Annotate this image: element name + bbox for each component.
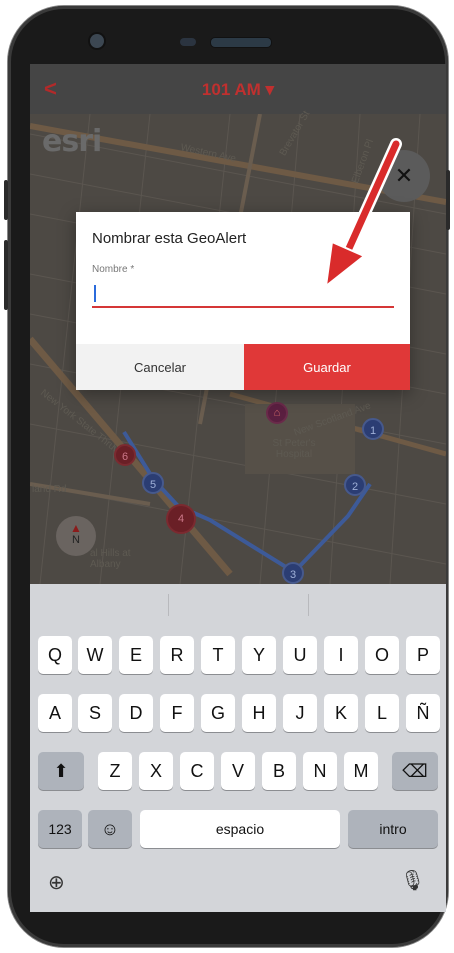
globe-icon[interactable]: ⊕ bbox=[48, 870, 65, 895]
keyboard: Q W E R T Y U I O P A S D F G H J K L Ñ … bbox=[30, 584, 446, 912]
power-button bbox=[446, 170, 450, 230]
space-key[interactable]: espacio bbox=[140, 810, 340, 848]
key-q[interactable]: Q bbox=[38, 636, 72, 674]
key-a[interactable]: A bbox=[38, 694, 72, 732]
key-k[interactable]: K bbox=[324, 694, 358, 732]
annotation-arrow-icon bbox=[324, 138, 402, 289]
backspace-icon[interactable]: ⌫ bbox=[392, 752, 438, 790]
volume-button bbox=[4, 180, 8, 220]
key-p[interactable]: P bbox=[406, 636, 440, 674]
suggestion-divider bbox=[168, 594, 169, 616]
microphone-icon[interactable]: 🎙 bbox=[400, 868, 425, 893]
key-x[interactable]: X bbox=[139, 752, 173, 790]
key-u[interactable]: U bbox=[283, 636, 317, 674]
key-w[interactable]: W bbox=[78, 636, 112, 674]
proximity-sensor bbox=[180, 38, 196, 46]
phone-frame: < 101 AM ▾ esri Western Ave Brevator St … bbox=[8, 6, 448, 947]
earpiece-speaker bbox=[210, 37, 272, 48]
key-m[interactable]: M bbox=[344, 752, 378, 790]
key-e[interactable]: E bbox=[119, 636, 153, 674]
key-b[interactable]: B bbox=[262, 752, 296, 790]
suggestion-bar bbox=[30, 584, 446, 626]
key-t[interactable]: T bbox=[201, 636, 235, 674]
volume-button bbox=[4, 240, 8, 310]
numbers-key[interactable]: 123 bbox=[38, 810, 82, 848]
return-key[interactable]: intro bbox=[348, 810, 438, 848]
key-i[interactable]: I bbox=[324, 636, 358, 674]
key-g[interactable]: G bbox=[201, 694, 235, 732]
key-o[interactable]: O bbox=[365, 636, 399, 674]
key-r[interactable]: R bbox=[160, 636, 194, 674]
key-n-tilde[interactable]: Ñ bbox=[406, 694, 440, 732]
key-c[interactable]: C bbox=[180, 752, 214, 790]
key-n[interactable]: N bbox=[303, 752, 337, 790]
key-h[interactable]: H bbox=[242, 694, 276, 732]
map-view[interactable]: < 101 AM ▾ esri Western Ave Brevator St … bbox=[30, 64, 446, 584]
key-f[interactable]: F bbox=[160, 694, 194, 732]
key-d[interactable]: D bbox=[119, 694, 153, 732]
front-camera bbox=[90, 34, 104, 48]
key-j[interactable]: J bbox=[283, 694, 317, 732]
shift-icon[interactable]: ⬆ bbox=[38, 752, 84, 790]
emoji-icon[interactable]: ☺ bbox=[88, 810, 132, 848]
key-y[interactable]: Y bbox=[242, 636, 276, 674]
screen: < 101 AM ▾ esri Western Ave Brevator St … bbox=[30, 64, 446, 912]
key-l[interactable]: L bbox=[365, 694, 399, 732]
key-z[interactable]: Z bbox=[98, 752, 132, 790]
key-v[interactable]: V bbox=[221, 752, 255, 790]
key-s[interactable]: S bbox=[78, 694, 112, 732]
suggestion-divider bbox=[308, 594, 309, 616]
